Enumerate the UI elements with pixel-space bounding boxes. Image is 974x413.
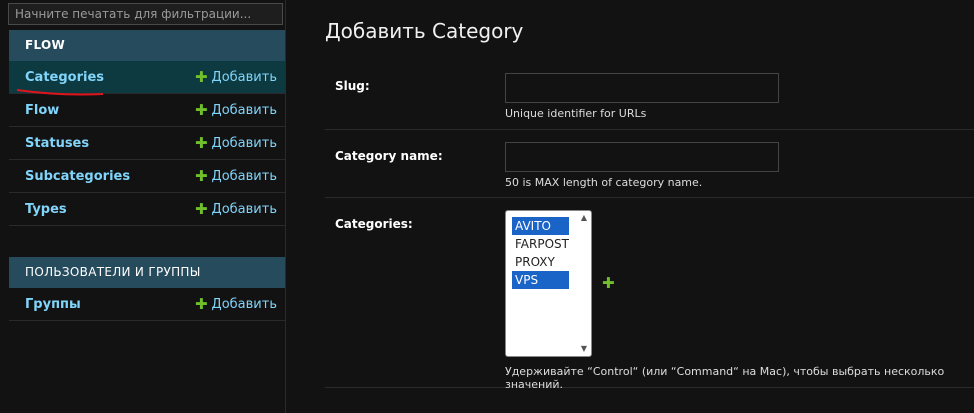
form-row-categories: Categories: AVITO FARPOST PROXY VPS ▲ ▼ … xyxy=(325,198,974,391)
add-label: Добавить xyxy=(211,102,277,118)
categories-label: Categories: xyxy=(335,217,413,231)
add-label: Добавить xyxy=(211,296,277,312)
sidebar-item-statuses: Statuses ✚ Добавить xyxy=(9,127,285,160)
plus-icon: ✚ xyxy=(194,101,208,119)
scroll-down-icon[interactable]: ▼ xyxy=(579,344,589,354)
slug-help: Unique identifier for URLs xyxy=(505,107,647,120)
scroll-up-icon[interactable]: ▲ xyxy=(579,213,589,223)
add-link[interactable]: ✚ Добавить xyxy=(195,295,277,313)
sidebar-item-subcategories: Subcategories ✚ Добавить xyxy=(9,160,285,193)
category-name-input[interactable] xyxy=(505,142,779,172)
plus-icon: ✚ xyxy=(194,167,208,185)
model-link[interactable]: Statuses xyxy=(25,136,89,151)
category-name-help: 50 is MAX length of category name. xyxy=(505,176,703,189)
add-label: Добавить xyxy=(211,69,277,85)
page-title: Добавить Category xyxy=(325,19,524,43)
add-link[interactable]: ✚ Добавить xyxy=(195,101,277,119)
categories-help: Удерживайте “Control“ (или “Command“ на … xyxy=(505,365,945,391)
add-link[interactable]: ✚ Добавить xyxy=(195,167,277,185)
option-farpost[interactable]: FARPOST xyxy=(512,235,569,253)
model-link[interactable]: Categories xyxy=(25,70,104,85)
sidebar-item-groups: Группы ✚ Добавить xyxy=(9,288,285,321)
option-proxy[interactable]: PROXY xyxy=(512,253,569,271)
model-link[interactable]: Types xyxy=(25,202,67,217)
add-label: Добавить xyxy=(211,135,277,151)
plus-icon: ✚ xyxy=(194,68,208,86)
plus-icon: ✚ xyxy=(194,134,208,152)
option-vps[interactable]: VPS xyxy=(512,271,569,289)
annotation-underline xyxy=(16,89,104,96)
sidebar: FLOW Categories ✚Добавить Flow ✚Добавить… xyxy=(0,0,286,413)
add-link[interactable]: ✚ Добавить xyxy=(195,68,277,86)
model-link[interactable]: Subcategories xyxy=(25,169,130,184)
slug-label: Slug: xyxy=(335,79,370,93)
add-link[interactable]: ✚ Добавить xyxy=(195,200,277,218)
model-link[interactable]: Группы xyxy=(25,297,81,312)
slug-input[interactable] xyxy=(505,73,779,103)
category-name-label: Category name: xyxy=(335,149,443,163)
plus-icon: ✚ xyxy=(194,295,208,313)
add-label: Добавить xyxy=(211,168,277,184)
form-row-category-name: Category name: 50 is MAX length of categ… xyxy=(325,130,974,198)
categories-select[interactable]: AVITO FARPOST PROXY VPS ▲ ▼ xyxy=(505,210,592,357)
form-row-slug: Slug: Unique identifier for URLs xyxy=(325,61,974,130)
module-flow: FLOW Categories ✚ Добавить Flow ✚ Добавить… xyxy=(9,30,285,262)
model-link[interactable]: Flow xyxy=(25,103,59,118)
sidebar-item-flow: Flow ✚ Добавить xyxy=(9,94,285,127)
module-caption[interactable]: FLOW xyxy=(9,30,285,61)
add-link[interactable]: ✚ Добавить xyxy=(195,134,277,152)
option-avito[interactable]: AVITO xyxy=(512,217,569,235)
plus-icon[interactable]: ✚ xyxy=(602,274,615,292)
add-label: Добавить xyxy=(211,201,277,217)
module-users-groups: ПОЛЬЗОВАТЕЛИ И ГРУППЫ Группы ✚ Добавить xyxy=(9,257,285,321)
sidebar-item-types: Types ✚ Добавить xyxy=(9,193,285,226)
module-caption[interactable]: ПОЛЬЗОВАТЕЛИ И ГРУППЫ xyxy=(9,257,285,288)
plus-icon: ✚ xyxy=(194,200,208,218)
filter-input[interactable] xyxy=(8,3,283,25)
